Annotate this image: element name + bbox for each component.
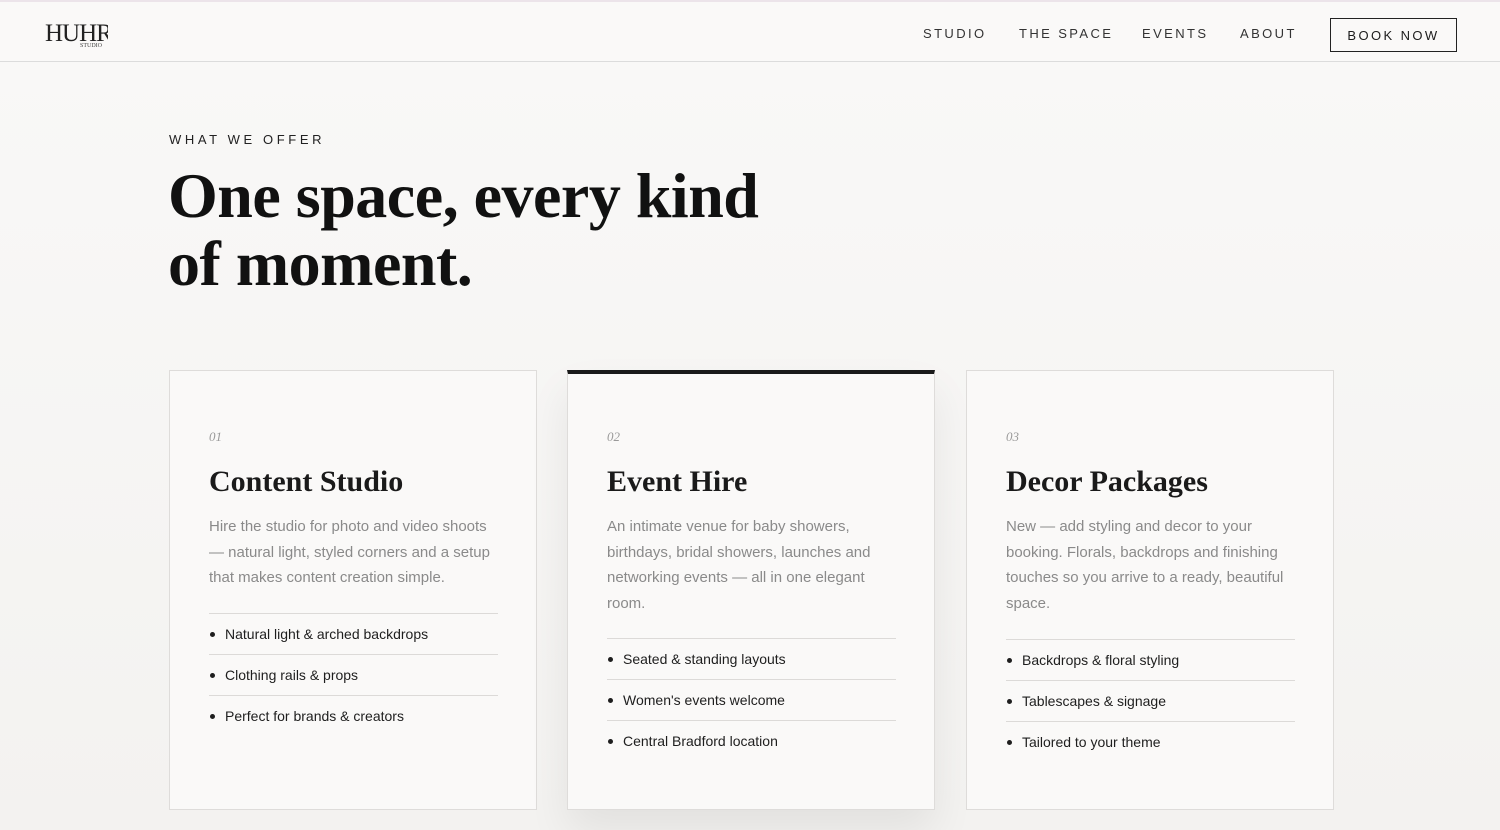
section-headline: One space, every kind of moment. xyxy=(168,162,808,298)
card-title: Event Hire xyxy=(607,465,748,498)
bullet-icon xyxy=(210,631,215,637)
bullet-icon xyxy=(210,672,215,678)
feature-text: Perfect for brands & creators xyxy=(225,708,404,724)
feature-text: Central Bradford location xyxy=(623,733,778,749)
feature-list: Natural light & arched backdrops Clothin… xyxy=(209,613,498,736)
bullet-icon xyxy=(608,697,613,703)
card-decor-packages: 03 Decor Packages New — add styling and … xyxy=(966,370,1334,810)
feature-text: Seated & standing layouts xyxy=(623,651,786,667)
feature-text: Backdrops & floral styling xyxy=(1022,652,1180,668)
book-now-button[interactable]: BOOK NOW xyxy=(1330,18,1457,52)
nav-link-about[interactable]: ABOUT xyxy=(1240,26,1297,41)
nav-links: STUDIO THE SPACE EVENTS ABOUT xyxy=(0,2,1500,64)
top-nav: HUHR STUDIO STUDIO THE SPACE EVENTS ABOU… xyxy=(0,0,1500,62)
nav-link-events[interactable]: EVENTS xyxy=(1142,26,1208,41)
nav-link-studio[interactable]: STUDIO xyxy=(923,26,987,41)
feature-item: Central Bradford location xyxy=(607,720,896,761)
card-description: An intimate venue for baby showers, birt… xyxy=(607,518,871,613)
feature-item: Clothing rails & props xyxy=(209,654,498,695)
card-event-hire: 02 Event Hire An intimate venue for baby… xyxy=(567,370,935,810)
bullet-icon xyxy=(608,738,613,744)
feature-text: Women's events welcome xyxy=(623,692,785,708)
feature-item: Natural light & arched backdrops xyxy=(209,613,498,654)
card-content-studio: 01 Content Studio Hire the studio for ph… xyxy=(169,370,537,810)
feature-text: Natural light & arched backdrops xyxy=(225,626,429,642)
feature-item: Backdrops & floral styling xyxy=(1006,639,1295,680)
feature-item: Tailored to your theme xyxy=(1006,721,1295,762)
nav-link-the-space[interactable]: THE SPACE xyxy=(1019,26,1113,41)
feature-item: Seated & standing layouts xyxy=(607,638,896,679)
feature-text: Tailored to your theme xyxy=(1022,734,1161,750)
feature-text: Tablescapes & signage xyxy=(1022,693,1166,709)
feature-text: Clothing rails & props xyxy=(225,667,359,683)
card-title: Decor Packages xyxy=(1006,465,1208,498)
card-number: 03 xyxy=(1006,429,1019,444)
headline-line-2: of moment. xyxy=(168,228,473,299)
feature-item: Tablescapes & signage xyxy=(1006,680,1295,721)
card-number: 02 xyxy=(607,429,620,444)
offer-section: WHAT WE OFFER One space, every kind of m… xyxy=(0,62,1500,830)
card-description: New — add styling and decor to your book… xyxy=(1006,518,1284,613)
bullet-icon xyxy=(210,713,215,719)
card-description: Hire the studio for photo and video shoo… xyxy=(209,518,490,587)
card-number: 01 xyxy=(209,429,222,444)
feature-list: Seated & standing layouts Women's events… xyxy=(607,638,896,761)
bullet-icon xyxy=(608,656,613,662)
headline-line-1: One space, every kind xyxy=(168,160,759,231)
feature-list: Backdrops & floral styling Tablescapes &… xyxy=(1006,639,1295,762)
bullet-icon xyxy=(1007,739,1012,745)
section-eyebrow: WHAT WE OFFER xyxy=(169,132,326,147)
card-title: Content Studio xyxy=(209,465,404,498)
feature-item: Perfect for brands & creators xyxy=(209,695,498,736)
feature-item: Women's events welcome xyxy=(607,679,896,720)
bullet-icon xyxy=(1007,657,1012,663)
bullet-icon xyxy=(1007,698,1012,704)
